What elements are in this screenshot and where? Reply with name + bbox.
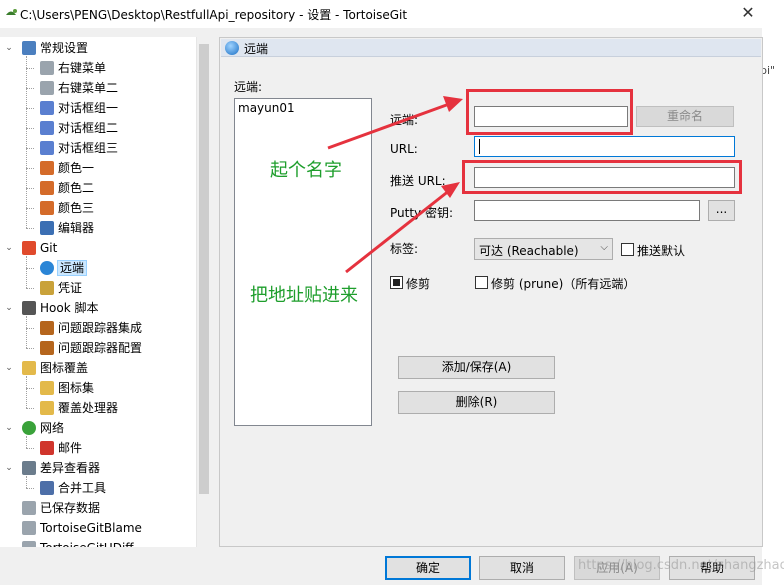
annotation-name-hint: 起个名字	[270, 160, 342, 181]
cancel-button[interactable]: 取消	[479, 556, 565, 580]
arrow-line-name	[327, 101, 453, 150]
arrow-line-url	[345, 188, 451, 274]
arrow-head-name	[443, 96, 463, 112]
ok-button[interactable]: 确定	[385, 556, 471, 580]
annotation-arrows	[327, 96, 463, 274]
watermark: https://blog.csdn.net/zhangzhao236	[578, 558, 784, 573]
annotation-paste-hint: 把地址贴进来	[250, 285, 358, 306]
